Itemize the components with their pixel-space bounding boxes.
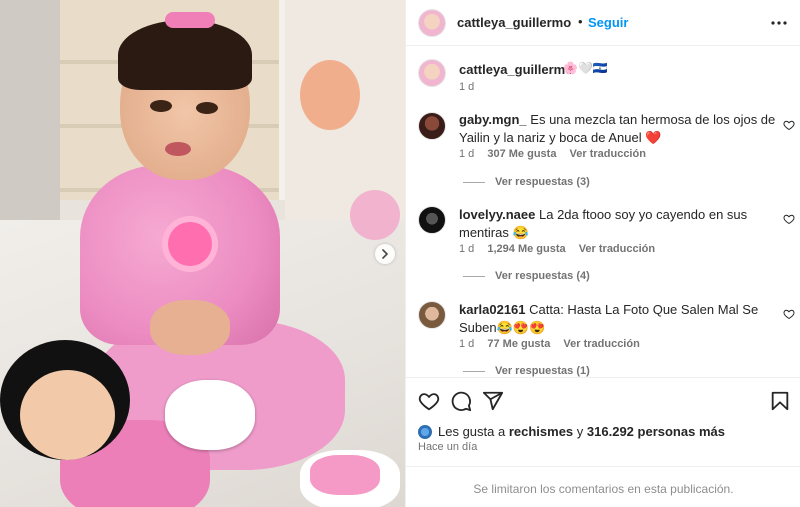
follow-button[interactable]: Seguir	[588, 15, 628, 30]
photo-toy	[20, 370, 115, 460]
post-header: cattleya_guillermo • Seguir	[406, 0, 800, 46]
avatar[interactable]	[418, 59, 446, 87]
avatar[interactable]	[418, 112, 446, 140]
likes-user[interactable]: rechismes	[509, 424, 573, 439]
chevron-right-icon	[382, 249, 389, 259]
photo-subject	[168, 222, 212, 266]
next-photo-button[interactable]	[375, 244, 395, 264]
comment-username[interactable]: gaby.mgn_	[459, 112, 527, 127]
likes-prefix: Les gusta a	[438, 424, 506, 439]
translate-button[interactable]: Ver traducción	[570, 148, 646, 160]
comment-likes[interactable]: 77 Me gusta	[487, 338, 550, 350]
photo-subject	[118, 20, 252, 90]
avatar[interactable]	[418, 301, 446, 329]
avatar[interactable]	[418, 9, 446, 37]
view-replies-label: Ver respuestas (3)	[495, 176, 590, 188]
translate-button[interactable]: Ver traducción	[579, 243, 655, 255]
photo-background	[0, 0, 60, 230]
share-icon[interactable]	[482, 390, 504, 412]
post-photo[interactable]	[0, 0, 405, 507]
comment-likes[interactable]: 1,294 Me gusta	[487, 243, 565, 255]
avatar	[418, 424, 432, 439]
photo-subject	[165, 12, 215, 28]
heart-icon[interactable]	[783, 119, 795, 131]
photo-subject	[196, 102, 218, 114]
more-options-button[interactable]	[769, 14, 789, 32]
view-replies-label: Ver respuestas (1)	[495, 365, 590, 377]
translate-button[interactable]: Ver traducción	[563, 338, 639, 350]
likes-and: y	[576, 424, 584, 439]
separator-dot: •	[578, 14, 583, 29]
replies-divider	[463, 275, 485, 277]
view-replies-button[interactable]: Ver respuestas (3)	[463, 176, 590, 188]
comment-text: lovelyy.naee La 2da ftooo soy yo cayendo…	[459, 206, 777, 242]
post-time[interactable]: Hace un día	[418, 441, 477, 453]
heart-icon[interactable]	[418, 390, 440, 412]
comment-meta: 1 d 1,294 Me gusta Ver traducción	[459, 243, 665, 255]
post-username[interactable]: cattleya_guillermo	[457, 15, 571, 30]
comment-text: karla02161 Catta: Hasta La Foto Que Sale…	[459, 301, 777, 337]
comment-icon[interactable]	[450, 390, 472, 412]
comment-time: 1 d	[459, 148, 475, 160]
bookmark-icon[interactable]	[769, 390, 791, 412]
view-replies-button[interactable]: Ver respuestas (1)	[463, 365, 590, 377]
likes-summary[interactable]: Les gusta a rechismes y 316.292 personas…	[418, 424, 725, 439]
comment-time: 1 d	[459, 243, 475, 255]
action-bar	[406, 377, 800, 422]
comment-text: gaby.mgn_ Es una mezcla tan hermosa de l…	[459, 111, 777, 147]
comment-likes[interactable]: 307 Me gusta	[487, 148, 556, 160]
comments-list[interactable]: cattleya_guillermo 🌸🤍🇸🇻 1 d gaby.mgn_ Es…	[406, 47, 800, 377]
likes-count[interactable]: 316.292 personas más	[587, 424, 725, 439]
comment-meta: 1 d 77 Me gusta Ver traducción	[459, 338, 650, 350]
photo-decoration	[300, 60, 360, 130]
comments-limited-notice: Se limitaron los comentarios en esta pub…	[406, 466, 800, 507]
photo-toy	[165, 380, 255, 450]
comment-time: 1 d	[459, 338, 475, 350]
heart-icon[interactable]	[783, 308, 795, 320]
comment-meta: 1 d 307 Me gusta Ver traducción	[459, 148, 656, 160]
heart-icon[interactable]	[783, 213, 795, 225]
replies-divider	[463, 370, 485, 372]
photo-subject	[150, 300, 230, 355]
comment-username[interactable]: karla02161	[459, 302, 526, 317]
photo-subject	[165, 142, 191, 156]
post-panel: cattleya_guillermo • Seguir cattleya_gui…	[405, 0, 800, 507]
comment-username[interactable]: lovelyy.naee	[459, 207, 535, 222]
replies-divider	[463, 181, 485, 183]
caption-username[interactable]: cattleya_guillermo	[459, 62, 573, 77]
view-replies-button[interactable]: Ver respuestas (4)	[463, 270, 590, 282]
photo-subject	[310, 455, 380, 495]
photo-subject	[150, 100, 172, 112]
photo-decoration	[350, 190, 400, 240]
avatar[interactable]	[418, 206, 446, 234]
more-horizontal-icon	[771, 21, 787, 25]
view-replies-label: Ver respuestas (4)	[495, 270, 590, 282]
caption-time: 1 d	[459, 81, 475, 93]
caption-text: 🌸🤍🇸🇻	[563, 61, 608, 75]
